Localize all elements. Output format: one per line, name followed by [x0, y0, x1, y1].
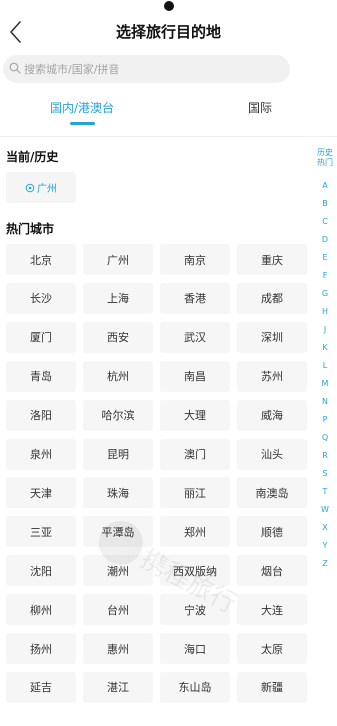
hot-city-button[interactable]: 潮州 [83, 555, 153, 587]
hot-city-button[interactable]: 长沙 [6, 282, 76, 314]
hot-city-button[interactable]: 大连 [237, 594, 307, 626]
index-history[interactable]: 历史 [314, 148, 336, 158]
hot-city-button[interactable]: 太原 [237, 633, 307, 664]
index-letter[interactable]: F [314, 271, 336, 280]
index-letter[interactable]: T [314, 487, 336, 496]
index-letter[interactable]: K [314, 343, 336, 352]
divider [0, 136, 337, 137]
hot-city-button[interactable]: 新疆 [237, 671, 307, 703]
index-letter[interactable]: G [314, 289, 336, 298]
hot-city-button[interactable]: 丽江 [160, 477, 230, 509]
hot-city-button[interactable]: 南昌 [160, 360, 230, 392]
hot-city-button[interactable]: 沈阳 [6, 555, 76, 587]
camera-cutout [164, 1, 174, 11]
hot-city-button[interactable]: 大理 [160, 399, 230, 431]
hot-city-button[interactable]: 汕头 [237, 438, 307, 470]
page-title: 选择旅行目的地 [115, 23, 221, 41]
index-letter[interactable]: X [314, 523, 336, 532]
tab-domestic[interactable]: 国内/港澳台 [40, 99, 124, 116]
hot-city-button[interactable]: 台州 [83, 594, 153, 626]
hot-city-button[interactable]: 南澳岛 [237, 477, 307, 509]
index-letter[interactable]: A [314, 181, 336, 190]
hot-city-button[interactable]: 重庆 [237, 244, 307, 275]
hot-city-button[interactable]: 武汉 [160, 321, 230, 353]
index-letter[interactable]: E [314, 253, 336, 262]
index-letter[interactable]: C [314, 217, 336, 226]
hot-city-button[interactable]: 东山岛 [160, 671, 230, 703]
hot-city-button[interactable]: 泉州 [6, 438, 76, 470]
index-letter[interactable]: Y [314, 541, 336, 550]
hot-city-button[interactable]: 南京 [160, 244, 230, 275]
hot-city-button[interactable]: 顺德 [237, 516, 307, 548]
hot-city-button[interactable]: 北京 [6, 244, 76, 275]
index-letter[interactable]: H [314, 307, 336, 316]
hot-city-button[interactable]: 洛阳 [6, 399, 76, 431]
hot-city-button[interactable]: 平潭岛 [83, 516, 153, 548]
hot-city-button[interactable]: 香港 [160, 282, 230, 314]
hot-city-button[interactable]: 烟台 [237, 555, 307, 587]
hot-city-button[interactable]: 苏州 [237, 360, 307, 392]
location-target-icon [25, 183, 35, 192]
hot-city-button[interactable]: 珠海 [83, 477, 153, 509]
hot-city-button[interactable]: 西安 [83, 321, 153, 353]
hot-city-button[interactable]: 广州 [83, 244, 153, 275]
header: 选择旅行目的地 [0, 14, 337, 50]
index-hot[interactable]: 热门 [314, 158, 336, 168]
index-letter[interactable]: N [314, 397, 336, 406]
hot-city-button[interactable]: 杭州 [83, 360, 153, 392]
index-letter[interactable]: D [314, 235, 336, 244]
index-letter[interactable]: B [314, 199, 336, 208]
index-letter[interactable]: Z [314, 559, 336, 568]
hot-cities-heading: 热门城市 [6, 222, 55, 236]
hot-city-button[interactable]: 西双版纳 [160, 555, 230, 587]
index-letter[interactable]: L [314, 361, 336, 370]
index-letter[interactable]: M [314, 379, 336, 388]
hot-city-button[interactable]: 三亚 [6, 516, 76, 548]
hot-city-button[interactable]: 宁波 [160, 594, 230, 626]
hot-city-button[interactable]: 惠州 [83, 633, 153, 664]
search-input[interactable]: 搜索城市/国家/拼音 [3, 55, 290, 83]
active-tab-indicator [70, 122, 95, 125]
hot-city-button[interactable]: 昆明 [83, 438, 153, 470]
index-letter[interactable]: S [314, 469, 336, 478]
hot-city-button[interactable]: 延吉 [6, 671, 76, 703]
hot-city-button[interactable]: 上海 [83, 282, 153, 314]
tab-international[interactable]: 国际 [218, 99, 302, 116]
hot-city-button[interactable]: 湛江 [83, 671, 153, 703]
hot-city-button[interactable]: 海口 [160, 633, 230, 664]
index-letter[interactable]: W [314, 505, 336, 514]
hot-city-button[interactable]: 哈尔滨 [83, 399, 153, 431]
hot-city-button[interactable]: 青岛 [6, 360, 76, 392]
index-letter[interactable]: Q [314, 433, 336, 442]
search-placeholder: 搜索城市/国家/拼音 [24, 63, 120, 76]
current-history-heading: 当前/历史 [6, 150, 59, 164]
hot-city-button[interactable]: 成都 [237, 282, 307, 314]
current-location-label: 广州 [37, 184, 57, 195]
hot-city-button[interactable]: 扬州 [6, 633, 76, 664]
current-location-chip[interactable]: 广州 [6, 172, 76, 203]
search-icon [9, 62, 21, 74]
hot-city-button[interactable]: 澳门 [160, 438, 230, 470]
hot-city-button[interactable]: 郑州 [160, 516, 230, 548]
index-letter[interactable]: J [314, 325, 336, 334]
index-letter[interactable]: P [314, 415, 336, 424]
hot-city-button[interactable]: 厦门 [6, 321, 76, 353]
index-letter[interactable]: R [314, 451, 336, 460]
hot-city-button[interactable]: 天津 [6, 477, 76, 509]
hot-city-button[interactable]: 威海 [237, 399, 307, 431]
hot-city-button[interactable]: 深圳 [237, 321, 307, 353]
hot-city-button[interactable]: 柳州 [6, 594, 76, 626]
